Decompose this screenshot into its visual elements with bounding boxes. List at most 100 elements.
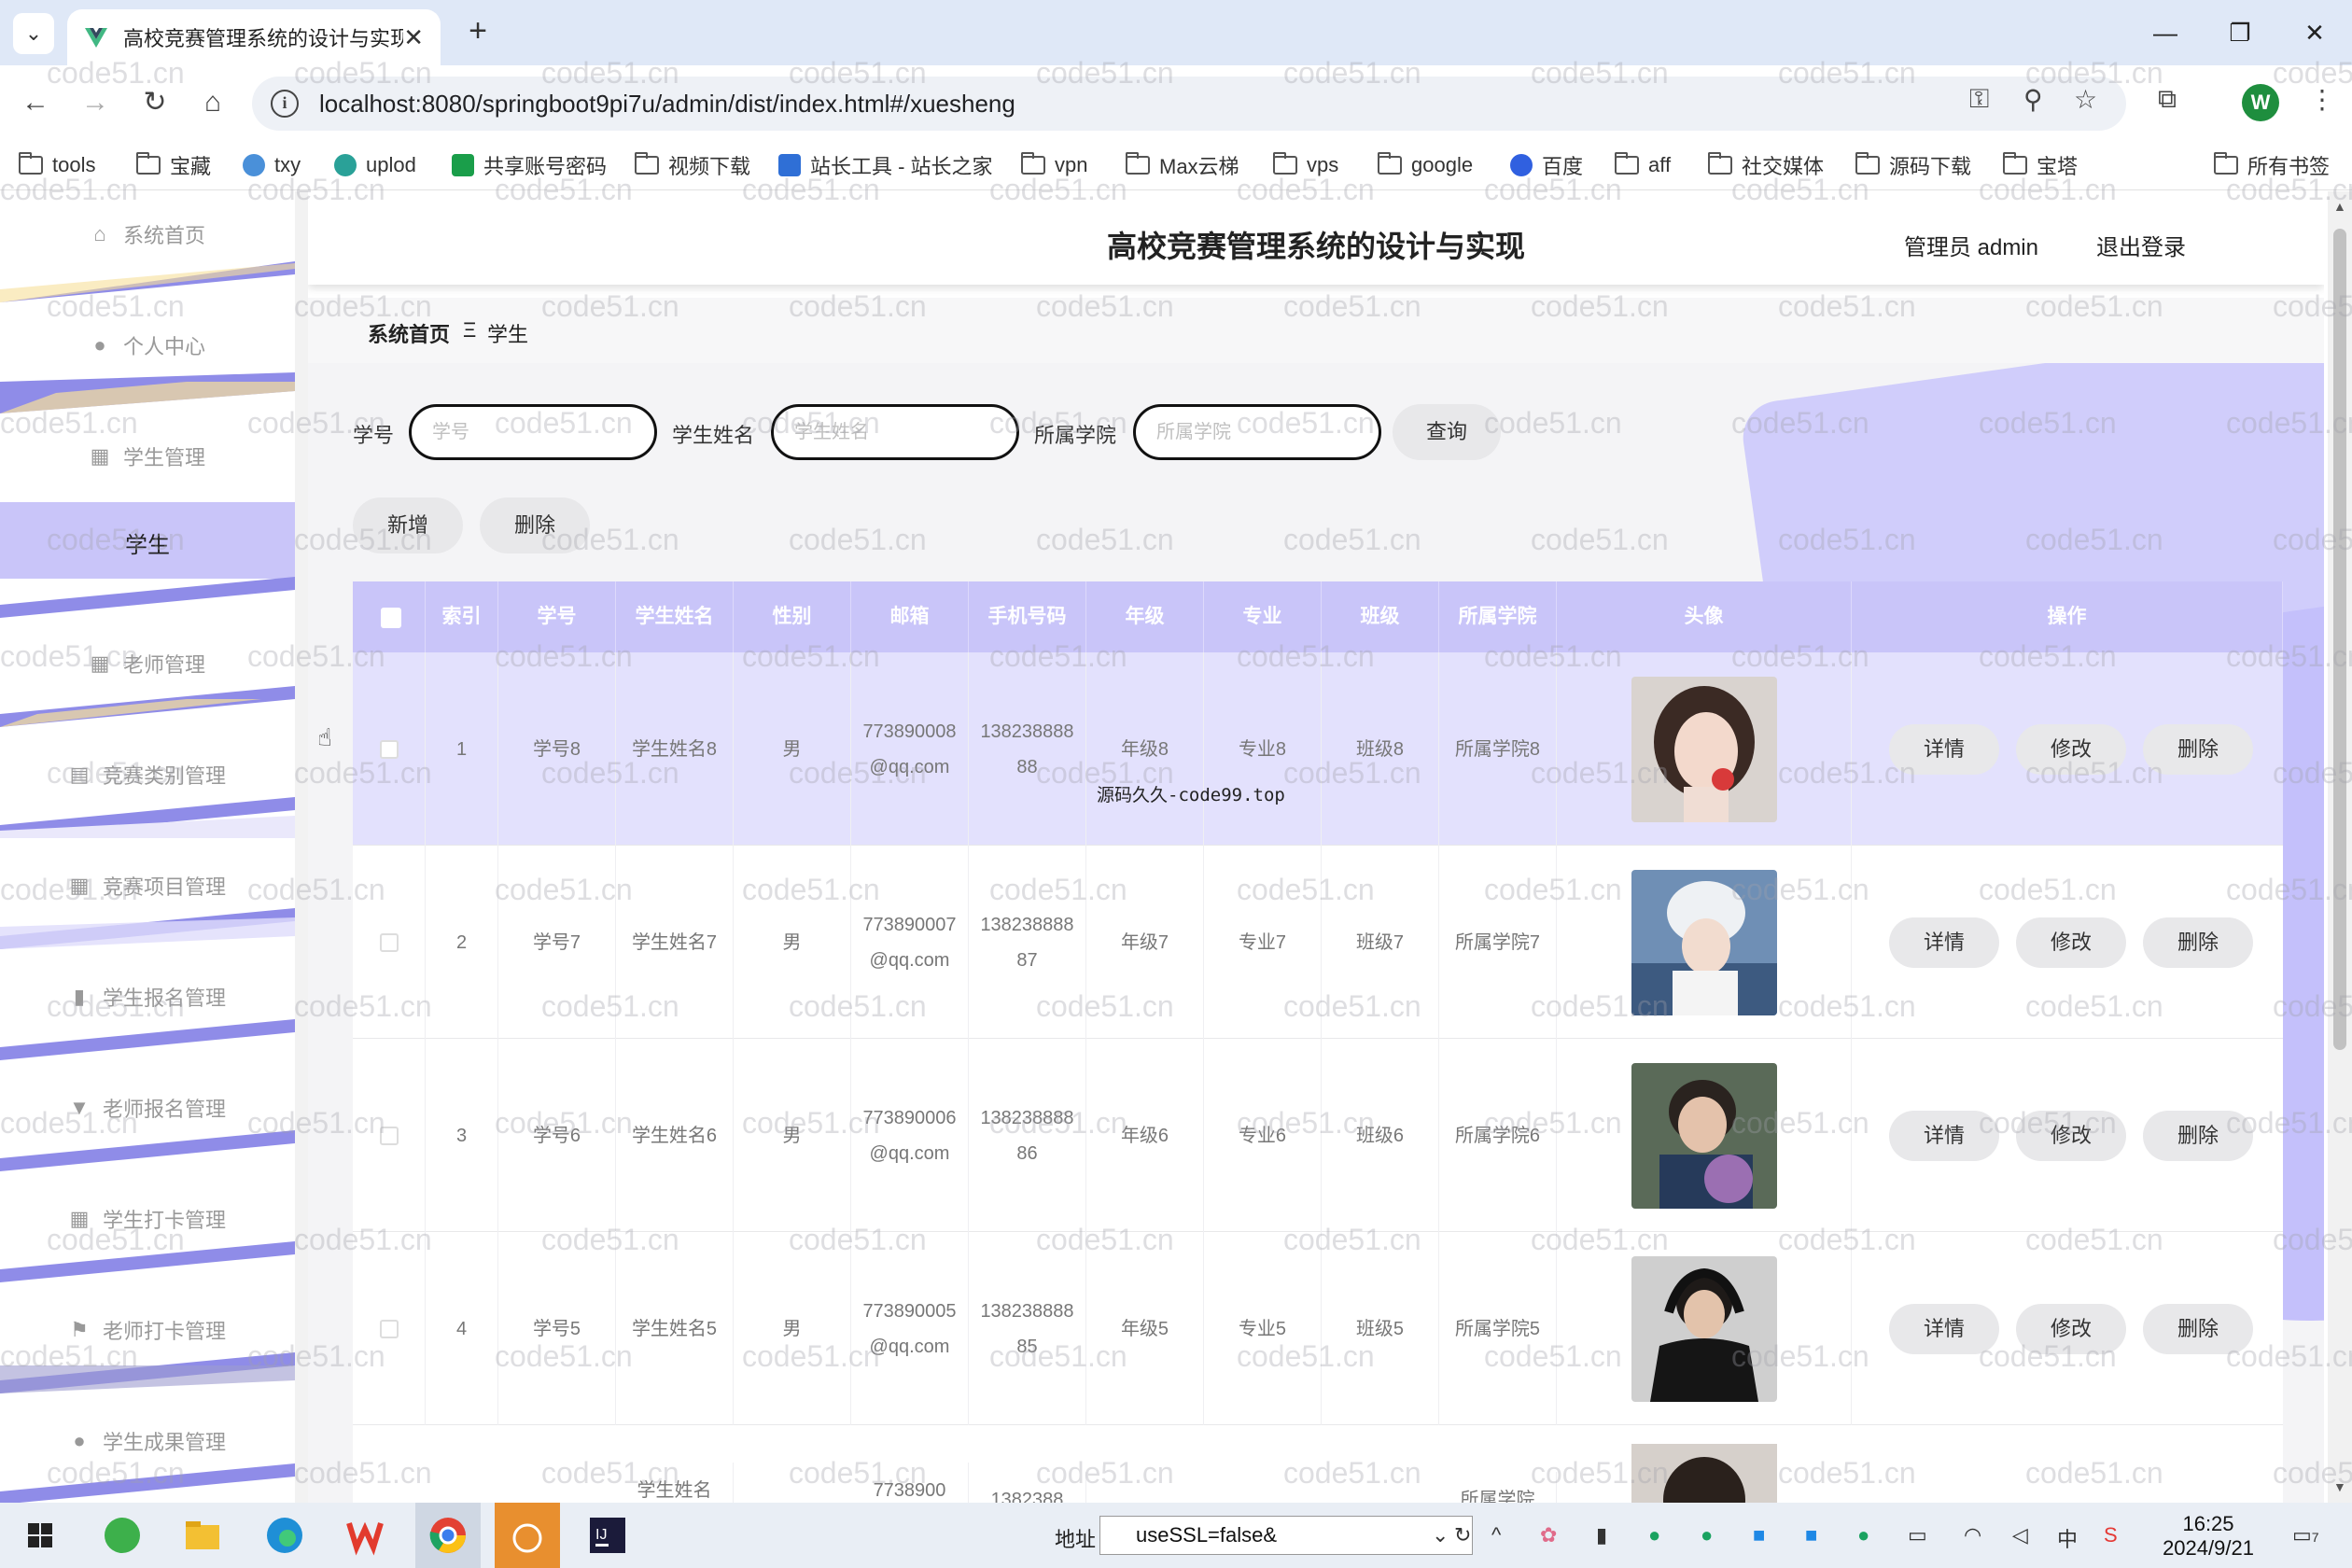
home-icon[interactable]: ⌂ — [194, 84, 231, 121]
breadcrumb-home[interactable]: 系统首页 — [368, 318, 450, 348]
sidebar-item-competition-project[interactable]: ▦ 竞赛项目管理 — [0, 843, 295, 954]
wechat-icon[interactable]: ● — [1857, 1523, 1869, 1547]
all-bookmarks-folder[interactable]: 所有书签 — [2214, 149, 2330, 181]
password-key-icon[interactable]: ⚿ — [1969, 84, 1989, 115]
edit-button[interactable]: 修改 — [2016, 1303, 2126, 1354]
sidebar-item-teacher-signup[interactable]: ▼ 老师报名管理 — [0, 1065, 295, 1176]
ime-indicator[interactable]: 中 — [2057, 1523, 2078, 1553]
app-icon[interactable] — [101, 1514, 144, 1557]
tray-app-icon[interactable]: ■ — [1805, 1523, 1817, 1547]
delete-button[interactable]: 删除 — [2143, 1303, 2253, 1354]
volume-icon[interactable]: ◁ — [2012, 1523, 2028, 1547]
battery-icon[interactable]: ▭ — [1908, 1523, 1927, 1547]
bookmark-link[interactable]: 站长工具 - 站长之家 — [778, 149, 993, 181]
sidebar-item-student-achievement[interactable]: ● 学生成果管理 — [0, 1398, 295, 1503]
sidebar-item-profile[interactable]: ● 个人中心 — [0, 302, 295, 413]
browser-tab[interactable]: 高校竞赛管理系统的设计与实现 ✕ — [67, 9, 441, 65]
restore-icon[interactable]: ❐ — [2212, 13, 2268, 52]
bookmark-link[interactable]: uplod — [334, 149, 416, 181]
reload-icon[interactable]: ↻ — [136, 84, 174, 121]
sogou-icon[interactable]: S — [2104, 1523, 2118, 1547]
notification-icon[interactable]: ▭7 — [2292, 1523, 2319, 1547]
dropdown-icon[interactable]: ⌄ — [1432, 1523, 1449, 1547]
row-checkbox[interactable] — [379, 932, 399, 952]
url-field[interactable]: i localhost:8080/springboot9pi7u/admin/d… — [252, 77, 2126, 131]
address-toolbar-input[interactable]: useSSL=false& — [1099, 1516, 1473, 1555]
edit-button[interactable]: 修改 — [2016, 1110, 2126, 1161]
bookmark-folder[interactable]: vpn — [1021, 149, 1087, 181]
refresh-icon[interactable]: ↻ — [1454, 1523, 1471, 1547]
profile-avatar[interactable]: W — [2242, 84, 2279, 121]
bookmark-star-icon[interactable]: ☆ — [2074, 84, 2097, 115]
intellij-icon[interactable]: IJ — [586, 1514, 629, 1557]
wps-icon[interactable] — [343, 1514, 386, 1557]
chrome-icon[interactable] — [427, 1514, 469, 1557]
close-window-icon[interactable]: ✕ — [2287, 13, 2343, 52]
bookmark-folder[interactable]: Max云梯 — [1126, 149, 1239, 181]
tray-app-icon[interactable]: ✿ — [1540, 1523, 1557, 1547]
bookmark-folder[interactable]: 源码下载 — [1855, 149, 1971, 181]
row-checkbox[interactable] — [379, 1126, 399, 1145]
clock[interactable]: 16:25 2024/9/21 — [2152, 1512, 2264, 1561]
bookmark-folder[interactable]: tools — [19, 149, 95, 181]
table-row[interactable]: 4 学号5 学生姓名5 男 773890005@qq.com 138238888… — [353, 1232, 2283, 1425]
sidebar-item-student-checkin[interactable]: ▦ 学生打卡管理 — [0, 1176, 295, 1287]
edit-button[interactable]: 修改 — [2016, 917, 2126, 968]
bookmark-link[interactable]: 百度 — [1510, 149, 1583, 181]
delete-button[interactable]: 删除 — [2143, 917, 2253, 968]
select-all-checkbox[interactable] — [381, 608, 401, 628]
new-tab-button[interactable]: + — [459, 13, 497, 50]
table-row[interactable]: 1 学号8 学生姓名8 男 773890008@qq.com 138238888… — [353, 652, 2283, 846]
main-scrollbar[interactable]: ▲ ▼ — [2328, 191, 2352, 1503]
bookmark-folder[interactable]: 宝藏 — [136, 149, 211, 181]
row-checkbox[interactable] — [379, 1319, 399, 1338]
bookmark-link[interactable]: 共享账号密码 — [452, 149, 607, 181]
wifi-icon[interactable]: ◠ — [1964, 1523, 1981, 1547]
row-checkbox[interactable] — [379, 739, 399, 759]
detail-button[interactable]: 详情 — [1889, 723, 1999, 775]
windows-start-icon[interactable] — [19, 1514, 62, 1557]
scrollbar-thumb[interactable] — [2333, 229, 2346, 1050]
detail-button[interactable]: 详情 — [1889, 1303, 1999, 1354]
sidebar-item-teacher-checkin[interactable]: ⚑ 老师打卡管理 — [0, 1287, 295, 1398]
batch-delete-button[interactable]: 删除 — [480, 497, 590, 553]
table-row[interactable]: 2 学号7 学生姓名7 男 773890007@qq.com 138238888… — [353, 846, 2283, 1039]
search-id-input[interactable] — [409, 404, 657, 460]
forward-icon[interactable]: → — [77, 84, 114, 121]
browser-menu-icon[interactable]: ⋮ — [2309, 84, 2335, 115]
edit-button[interactable]: 修改 — [2016, 723, 2126, 775]
delete-button[interactable]: 删除 — [2143, 723, 2253, 775]
scroll-up-icon[interactable]: ▲ — [2333, 199, 2346, 214]
bookmark-folder[interactable]: aff — [1615, 149, 1671, 181]
bookmark-folder[interactable]: 视频下载 — [635, 149, 750, 181]
sidebar-item-student[interactable]: 学生 — [0, 502, 295, 579]
tray-app-icon[interactable]: ▮ — [1596, 1523, 1607, 1547]
zoom-icon[interactable]: ⚲ — [2023, 84, 2043, 115]
tray-app-icon[interactable]: ■ — [1753, 1523, 1765, 1547]
extensions-icon[interactable]: ⧉ — [2158, 84, 2177, 115]
minimize-icon[interactable]: — — [2137, 13, 2193, 52]
bookmark-folder[interactable]: 宝塔 — [2003, 149, 2078, 181]
tab-search-button[interactable]: ⌄ — [13, 13, 54, 54]
edge-icon[interactable] — [263, 1514, 306, 1557]
cat-app-icon[interactable] — [506, 1514, 549, 1557]
file-explorer-icon[interactable] — [181, 1514, 224, 1557]
tray-expand-icon[interactable]: ^ — [1491, 1523, 1501, 1547]
bookmark-link[interactable]: txy — [243, 149, 301, 181]
sidebar-item-home[interactable]: ⌂ 系统首页 — [0, 191, 295, 302]
search-college-input[interactable] — [1133, 404, 1381, 460]
tab-close-icon[interactable]: ✕ — [403, 23, 424, 52]
scroll-down-icon[interactable]: ▼ — [2333, 1479, 2346, 1494]
detail-button[interactable]: 详情 — [1889, 1110, 1999, 1161]
back-icon[interactable]: ← — [17, 84, 54, 121]
site-info-icon[interactable]: i — [271, 90, 299, 118]
logout-link[interactable]: 退出登录 — [2096, 229, 2186, 261]
query-button[interactable]: 查询 — [1393, 404, 1501, 460]
sidebar-item-teacher-management[interactable]: ▦ 老师管理 — [0, 621, 295, 732]
bookmark-folder[interactable]: google — [1378, 149, 1473, 181]
add-button[interactable]: 新增 — [353, 497, 463, 553]
sidebar-item-competition-category[interactable]: ▤ 竞赛类别管理 — [0, 732, 295, 843]
table-row[interactable]: 学生姓名 7738900 1382388 所属学院 — [353, 1425, 2283, 1503]
table-row[interactable]: 3 学号6 学生姓名6 男 773890006@qq.com 138238888… — [353, 1039, 2283, 1232]
sidebar-item-student-signup[interactable]: ▮ 学生报名管理 — [0, 954, 295, 1065]
